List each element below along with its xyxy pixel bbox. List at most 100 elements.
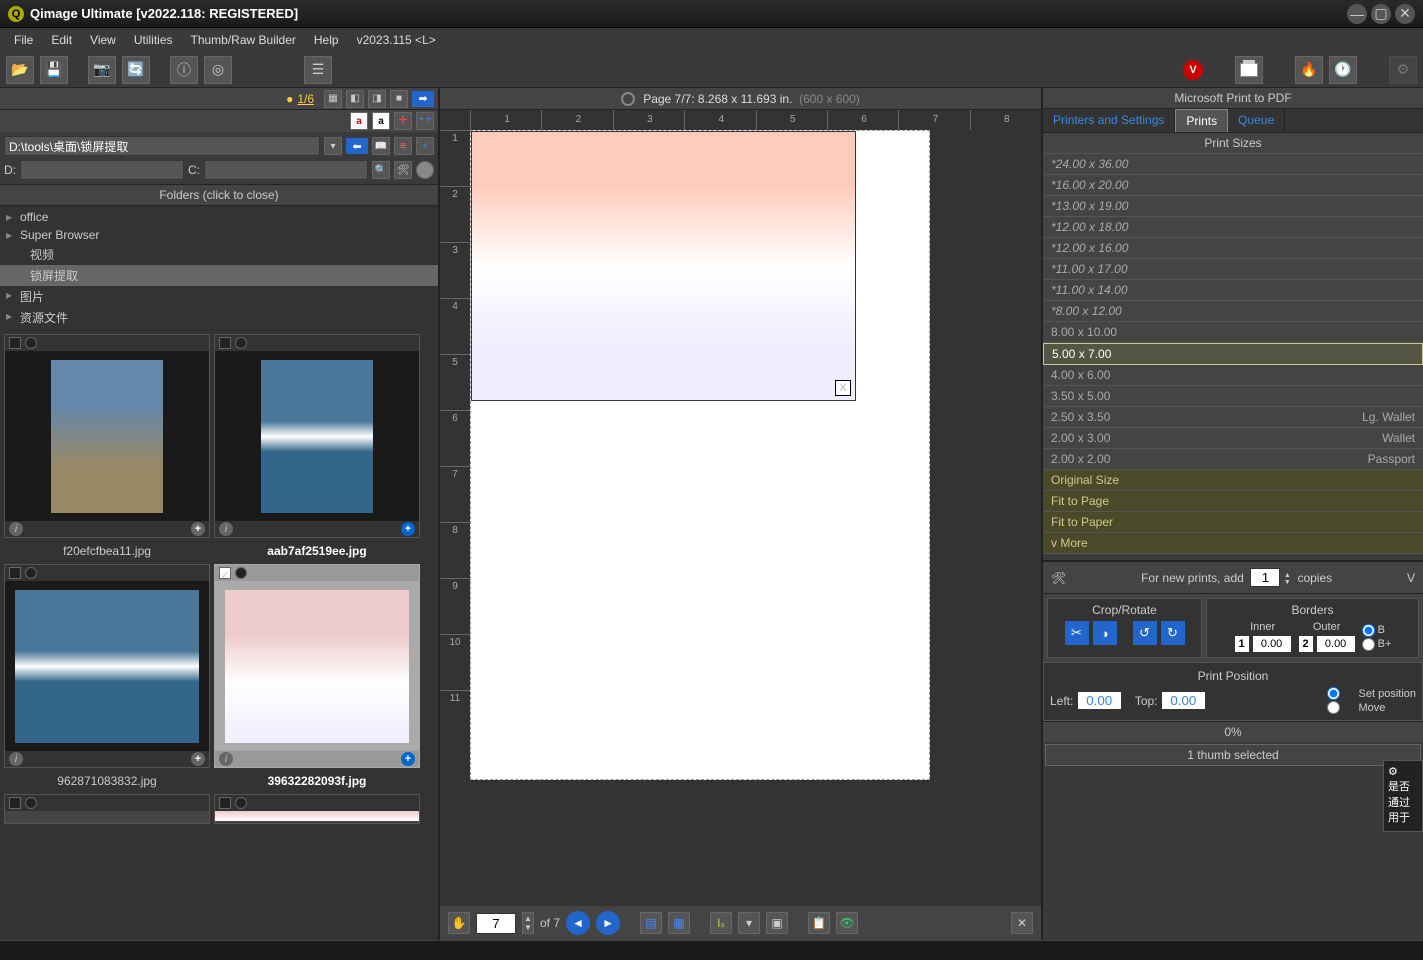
undo-icon[interactable]: ↺ bbox=[1133, 621, 1157, 645]
page-spinner[interactable]: ▲▼ bbox=[522, 912, 534, 934]
page-number-input[interactable] bbox=[476, 913, 516, 934]
lines-icon[interactable]: ≡ bbox=[394, 137, 412, 155]
thumbnail[interactable] bbox=[4, 794, 210, 824]
menu-view[interactable]: View bbox=[82, 30, 124, 50]
page-icon1[interactable]: ▤ bbox=[640, 912, 662, 934]
a-black-icon[interactable]: a bbox=[372, 112, 390, 130]
open-folder-icon[interactable]: 📂 bbox=[6, 56, 34, 84]
copies-input[interactable] bbox=[1250, 568, 1280, 587]
page-preview[interactable]: 12345678 1234567891011 X bbox=[440, 110, 1041, 906]
folder-item[interactable]: Super Browser bbox=[0, 226, 438, 244]
move-radio[interactable] bbox=[1311, 701, 1356, 714]
size-item[interactable]: 8.00 x 10.00 bbox=[1043, 322, 1423, 343]
add-icon[interactable]: + bbox=[394, 112, 412, 130]
grid-small-icon[interactable]: ▦ bbox=[324, 90, 342, 108]
info-icon[interactable]: i bbox=[9, 522, 23, 536]
a-red-icon[interactable]: a bbox=[350, 112, 368, 130]
size-item[interactable]: 4.00 x 6.00 bbox=[1043, 365, 1423, 386]
menu-utilities[interactable]: Utilities bbox=[126, 30, 181, 50]
size-item[interactable]: 2.00 x 2.00Passport bbox=[1043, 449, 1423, 470]
size-item[interactable]: *8.00 x 12.00 bbox=[1043, 301, 1423, 322]
inner-input[interactable] bbox=[1252, 635, 1292, 653]
info-icon[interactable]: i bbox=[219, 752, 233, 766]
size-item[interactable]: *12.00 x 16.00 bbox=[1043, 238, 1423, 259]
d-filter-input[interactable] bbox=[20, 160, 184, 180]
arrow-right-icon[interactable]: ➡ bbox=[412, 91, 434, 107]
minimize-button[interactable]: — bbox=[1347, 4, 1367, 24]
back-arrow-icon[interactable]: ⬅ bbox=[346, 138, 368, 154]
redo-icon[interactable]: ↻ bbox=[1161, 621, 1185, 645]
target-icon[interactable]: ◎ bbox=[204, 56, 232, 84]
plus-blue-icon[interactable]: + bbox=[416, 137, 434, 155]
folder-item[interactable]: 图片 bbox=[0, 286, 438, 307]
thumbnail[interactable] bbox=[214, 794, 420, 824]
size-item[interactable]: *12.00 x 18.00 bbox=[1043, 217, 1423, 238]
add-icon[interactable]: + bbox=[401, 522, 415, 536]
size-item[interactable]: 2.00 x 3.00Wallet bbox=[1043, 428, 1423, 449]
size-item[interactable]: 2.50 x 3.50Lg. Wallet bbox=[1043, 407, 1423, 428]
gear-icon[interactable]: ⚙ bbox=[1389, 56, 1417, 84]
add-multi-icon[interactable]: ⁺⁺ bbox=[416, 112, 434, 130]
size-item-fit-page[interactable]: Fit to Page bbox=[1043, 491, 1423, 512]
thumb-radio[interactable] bbox=[25, 797, 37, 809]
eye-icon[interactable]: 👁 bbox=[836, 912, 858, 934]
crop-icon[interactable]: ✂ bbox=[1065, 621, 1089, 645]
thumbnail-selected[interactable]: ✓ i+ bbox=[214, 564, 420, 768]
next-page-button[interactable]: ► bbox=[596, 911, 620, 935]
thumb-checkbox[interactable] bbox=[9, 567, 21, 579]
size-item-more[interactable]: v More bbox=[1043, 533, 1423, 554]
down-arrow-icon[interactable]: ▾ bbox=[738, 912, 760, 934]
copies-up[interactable]: ▲ bbox=[1284, 572, 1291, 579]
thumbnail[interactable]: i+ bbox=[4, 564, 210, 768]
thumb-radio[interactable] bbox=[235, 797, 247, 809]
menu-help[interactable]: Help bbox=[306, 30, 347, 50]
save-icon[interactable]: 💾 bbox=[40, 56, 68, 84]
size-item[interactable]: *11.00 x 17.00 bbox=[1043, 259, 1423, 280]
menu-file[interactable]: File bbox=[6, 30, 41, 50]
grid-med-icon[interactable]: ◧ bbox=[346, 90, 364, 108]
size-item-original[interactable]: Original Size bbox=[1043, 470, 1423, 491]
clock-icon[interactable]: 🕐 bbox=[1329, 56, 1357, 84]
size-item[interactable]: *16.00 x 20.00 bbox=[1043, 175, 1423, 196]
copies-down[interactable]: ▼ bbox=[1284, 579, 1291, 586]
wrench-icon[interactable]: 🛠 bbox=[1051, 571, 1066, 585]
folder-item[interactable]: 资源文件 bbox=[0, 307, 438, 328]
tab-queue[interactable]: Queue bbox=[1228, 109, 1285, 132]
book-icon[interactable]: 📖 bbox=[372, 137, 390, 155]
bplus-radio[interactable] bbox=[1362, 638, 1375, 651]
path-dropdown-icon[interactable]: ▾ bbox=[324, 137, 342, 155]
size-item-selected[interactable]: 5.00 x 7.00 bbox=[1043, 343, 1423, 365]
menu-thumb-raw[interactable]: Thumb/Raw Builder bbox=[183, 30, 304, 50]
tab-printers-settings[interactable]: Printers and Settings bbox=[1043, 109, 1175, 132]
v-badge-icon[interactable]: V bbox=[1183, 60, 1203, 80]
thumb-radio[interactable] bbox=[25, 567, 37, 579]
grid-full-icon[interactable]: ■ bbox=[390, 90, 408, 108]
menu-version[interactable]: v2023.115 <L> bbox=[349, 30, 444, 50]
refresh-icon[interactable]: 🔄 bbox=[122, 56, 150, 84]
layers-icon[interactable]: ▣ bbox=[766, 912, 788, 934]
outer-input[interactable] bbox=[1316, 635, 1356, 653]
thumb-checkbox[interactable] bbox=[219, 337, 231, 349]
list-icon[interactable]: ☰ bbox=[304, 56, 332, 84]
v-badge-icon[interactable]: V bbox=[1407, 571, 1415, 585]
add-icon[interactable]: + bbox=[401, 752, 415, 766]
is-icon[interactable]: Iₛ bbox=[710, 912, 732, 934]
hand-icon[interactable]: ✋ bbox=[448, 912, 470, 934]
thumb-checkbox[interactable] bbox=[219, 797, 231, 809]
add-icon[interactable]: + bbox=[191, 752, 205, 766]
size-item[interactable]: *24.00 x 36.00 bbox=[1043, 154, 1423, 175]
grid-large-icon[interactable]: ◨ bbox=[368, 90, 386, 108]
thumb-radio[interactable] bbox=[235, 567, 247, 579]
size-item[interactable]: 3.50 x 5.00 bbox=[1043, 386, 1423, 407]
print-page[interactable]: X bbox=[470, 130, 930, 780]
c-filter-input[interactable] bbox=[204, 160, 368, 180]
camera-icon[interactable]: 📷 bbox=[88, 56, 116, 84]
remove-photo-button[interactable]: X bbox=[835, 380, 851, 396]
thumb-counter[interactable]: 1/6 bbox=[297, 92, 314, 106]
print-icon[interactable] bbox=[1235, 56, 1263, 84]
page-icon2[interactable]: ▦ bbox=[668, 912, 690, 934]
thumb-checkbox[interactable] bbox=[9, 337, 21, 349]
thumb-checkbox[interactable] bbox=[9, 797, 21, 809]
info-icon[interactable]: i bbox=[9, 752, 23, 766]
dot-icon[interactable] bbox=[416, 161, 434, 179]
